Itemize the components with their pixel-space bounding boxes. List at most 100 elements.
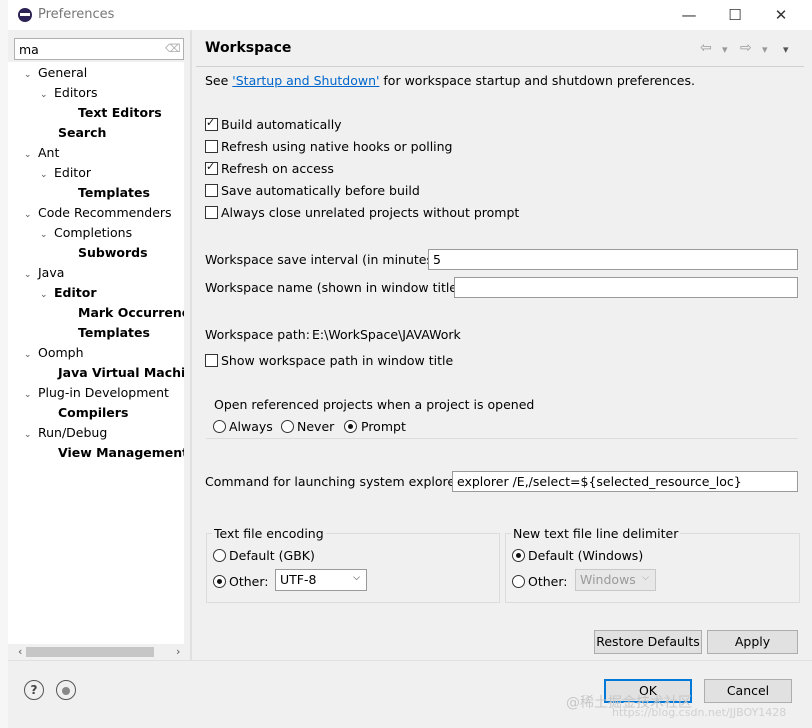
import-export-icon[interactable]: [56, 680, 76, 700]
open-ref-prompt-label: Prompt: [361, 419, 406, 434]
encoding-select[interactable]: UTF-8 ⌵: [275, 569, 367, 591]
tree-item[interactable]: Text Editors: [64, 103, 162, 123]
tree-item-label: View Management: [58, 445, 184, 460]
tree-item[interactable]: ⌄ Completions: [40, 223, 132, 243]
tree-item[interactable]: Mark Occurrences: [64, 303, 184, 323]
tree-item-label: Editor: [54, 165, 91, 180]
help-icon[interactable]: ?: [24, 680, 44, 700]
delimiter-other-label: Other:: [528, 574, 568, 589]
tree-item[interactable]: ⌄ Editor: [40, 163, 91, 183]
title-separator: [196, 66, 804, 67]
tree-item[interactable]: Search: [44, 123, 106, 143]
scroll-left-icon[interactable]: ‹: [18, 645, 22, 658]
startup-shutdown-link[interactable]: 'Startup and Shutdown': [232, 73, 379, 88]
tree-item[interactable]: Templates: [64, 183, 150, 203]
chevron-down-icon[interactable]: ⌄: [24, 385, 38, 405]
page-title: Workspace: [205, 40, 292, 56]
minimize-button[interactable]: —: [666, 0, 712, 30]
tree-item-label: Ant: [38, 145, 60, 160]
workspace-name-input[interactable]: [454, 277, 798, 298]
tree-item-label: Search: [58, 125, 107, 140]
encoding-default-radio[interactable]: [213, 549, 226, 562]
tree-item-label: Editor: [54, 285, 97, 300]
delimiter-default-label: Default (Windows): [528, 548, 644, 563]
tree-item-label: Text Editors: [78, 105, 162, 120]
scroll-right-icon[interactable]: ›: [176, 645, 180, 658]
encoding-select-value: UTF-8: [280, 572, 317, 587]
workspace-option-checkbox[interactable]: [205, 160, 218, 175]
workspace-option-checkbox[interactable]: [205, 184, 218, 197]
chevron-down-icon[interactable]: ⌄: [24, 145, 38, 165]
apply-button[interactable]: Apply: [707, 630, 798, 654]
chevron-down-icon[interactable]: ⌄: [24, 425, 38, 445]
workspace-option-checkbox[interactable]: [205, 116, 218, 131]
tree-item-label: General: [38, 65, 88, 80]
eclipse-icon: [18, 8, 32, 22]
chevron-down-icon[interactable]: ⌄: [24, 205, 38, 225]
open-ref-never-radio[interactable]: [281, 420, 294, 433]
delimiter-other-radio[interactable]: [512, 575, 525, 588]
tree-item[interactable]: ⌄ Run/Debug: [24, 423, 107, 443]
clear-filter-icon[interactable]: ⌫: [165, 42, 181, 56]
chevron-down-icon: ⌵: [642, 573, 649, 583]
tree-horizontal-scrollbar[interactable]: ‹ ›: [8, 644, 184, 660]
delimiter-default-radio[interactable]: [512, 549, 525, 562]
chevron-down-icon[interactable]: ⌄: [24, 65, 38, 85]
back-menu-icon[interactable]: ▾: [722, 43, 728, 56]
tree-item[interactable]: ⌄ General: [24, 63, 87, 83]
workspace-option-label: Always close unrelated projects without …: [221, 205, 520, 220]
open-ref-always-radio[interactable]: [213, 420, 226, 433]
tree-item[interactable]: Compilers: [44, 403, 128, 423]
show-path-checkbox[interactable]: [205, 354, 218, 367]
chevron-down-icon[interactable]: ⌄: [40, 85, 54, 105]
maximize-button[interactable]: ☐: [712, 0, 758, 30]
tree-item[interactable]: ⌄ Java: [24, 263, 64, 283]
back-arrow-icon[interactable]: ⇦: [700, 40, 712, 56]
tree-item[interactable]: ⌄ Editor: [40, 283, 97, 303]
scrollbar-thumb[interactable]: [26, 647, 154, 657]
delimiter-select[interactable]: Windows ⌵: [575, 569, 656, 591]
tree-item-label: Completions: [54, 225, 133, 240]
filter-input[interactable]: ma ⌫: [14, 38, 184, 60]
filter-value: ma: [19, 42, 39, 57]
footer-separator: [8, 660, 812, 661]
forward-arrow-icon[interactable]: ⇨: [740, 40, 752, 56]
workspace-option-checkbox[interactable]: [205, 206, 218, 219]
line-delimiter-title: New text file line delimiter: [511, 526, 681, 541]
tree-item[interactable]: ⌄ Plug-in Development: [24, 383, 169, 403]
chevron-down-icon[interactable]: ⌄: [24, 345, 38, 365]
tree-item[interactable]: ⌄ Oomph: [24, 343, 84, 363]
watermark-url: https://blog.csdn.net/JJBOY1428: [612, 706, 787, 719]
open-ref-never-label: Never: [297, 419, 335, 434]
delimiter-select-value: Windows: [580, 572, 636, 587]
chevron-down-icon[interactable]: ⌄: [40, 165, 54, 185]
save-interval-input[interactable]: 5: [428, 249, 798, 270]
tree-item-label: Run/Debug: [38, 425, 108, 440]
tree-item[interactable]: Templates: [64, 323, 150, 343]
restore-defaults-button[interactable]: Restore Defaults: [594, 630, 702, 654]
chevron-down-icon: ⌵: [353, 573, 360, 583]
open-ref-prompt-radio[interactable]: [344, 420, 357, 433]
preference-tree[interactable]: ⌄ General ⌄ Editors Text Editors Search ⌄ Ant ⌄ E…: [8, 62, 184, 644]
cancel-button[interactable]: Cancel: [704, 679, 792, 703]
tree-item[interactable]: Java Virtual Machines: [44, 363, 184, 383]
window-title: Preferences: [38, 7, 115, 22]
forward-menu-icon[interactable]: ▾: [762, 43, 768, 56]
chevron-down-icon[interactable]: ⌄: [24, 265, 38, 285]
close-button[interactable]: ✕: [758, 0, 804, 30]
chevron-down-icon[interactable]: ⌄: [40, 225, 54, 245]
tree-item[interactable]: ⌄ Code Recommenders: [24, 203, 172, 223]
tree-item[interactable]: Subwords: [64, 243, 148, 263]
workspace-name-label: Workspace name (shown in window title):: [205, 280, 467, 295]
encoding-other-radio[interactable]: [213, 575, 226, 588]
explorer-command-input[interactable]: explorer /E,/select=${selected_resource_…: [452, 471, 798, 492]
tree-item-label: Templates: [78, 325, 150, 340]
view-menu-icon[interactable]: ▾: [783, 43, 789, 56]
intro-suffix: for workspace startup and shutdown prefe…: [379, 73, 695, 88]
workspace-option-checkbox[interactable]: [205, 140, 218, 153]
chevron-down-icon[interactable]: ⌄: [40, 285, 54, 305]
workspace-option-label: Refresh on access: [221, 161, 334, 176]
tree-item[interactable]: ⌄ Ant: [24, 143, 59, 163]
tree-item[interactable]: View Management: [44, 443, 184, 463]
tree-item[interactable]: ⌄ Editors: [40, 83, 98, 103]
